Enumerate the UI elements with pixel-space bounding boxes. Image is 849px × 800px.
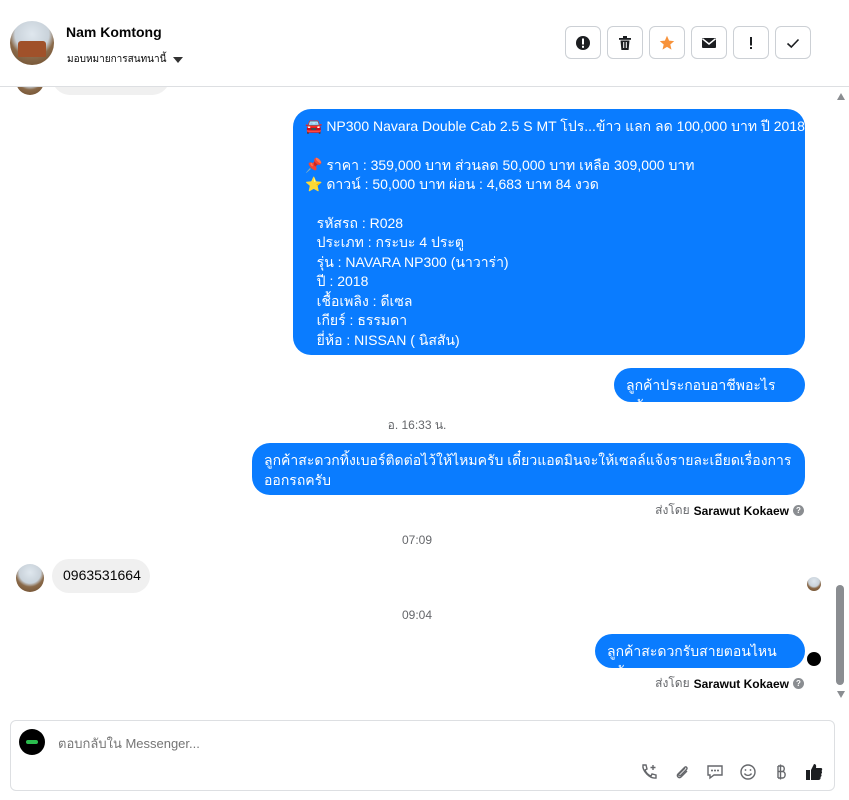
listing-code: รหัสรถ : R028 (305, 214, 404, 231)
ask-phone-line-1: ลูกค้าสะดวกทิ้งเบอร์ติดต่อไว้ให้ไหมครับ … (264, 452, 792, 468)
page-avatar-icon (807, 652, 821, 666)
help-icon[interactable]: ? (793, 505, 804, 516)
baht-icon[interactable] (771, 762, 791, 782)
chat-bubble-icon[interactable] (705, 762, 725, 782)
listing-message-bubble[interactable]: 🚘 NP300 Navara Double Cab 2.5 S MT โปร..… (293, 109, 805, 355)
listing-price: 📌 ราคา : 359,000 บาท ส่วนลด 50,000 บาท เ… (305, 156, 695, 173)
ask-job-message-bubble[interactable]: ลูกค้าประกอบอาชีพอะไรครับ (614, 368, 805, 413)
star-button[interactable] (649, 26, 685, 59)
follow-up-button[interactable] (733, 26, 769, 59)
mark-unread-button[interactable] (691, 26, 727, 59)
contact-avatar-small (16, 87, 44, 95)
timestamp: อ. 16:33 น. (387, 418, 447, 432)
caret-down-icon (173, 56, 184, 63)
listing-fuel: เชื้อเพลิง : ดีเซล (305, 292, 413, 309)
listing-title: 🚘 NP300 Navara Double Cab 2.5 S MT โปร..… (305, 118, 805, 134)
ask-job-text: ลูกค้าประกอบอาชีพอะไรครับ (626, 377, 776, 413)
conversation-header: Nam Komtong มอบหมายการสนทนานี้ (0, 0, 849, 87)
done-button[interactable] (775, 26, 811, 59)
alert-circle-icon (576, 35, 590, 50)
exclamation-icon (750, 36, 752, 49)
thumbs-up-icon[interactable] (804, 762, 824, 782)
scroll-down-arrow-icon[interactable] (837, 691, 845, 698)
sent-by-prefix: ส่งโดย (655, 676, 690, 690)
seen-avatar-icon (807, 577, 821, 591)
listing-type: ประเภท : กระบะ 4 ประตู (305, 234, 465, 250)
customer-reply-bubble[interactable]: 0963531664 (52, 559, 150, 593)
thread-scrollbar[interactable] (834, 87, 849, 707)
phone-plus-icon[interactable] (639, 762, 659, 782)
check-icon (786, 38, 800, 48)
previous-message-bubble[interactable] (52, 87, 170, 95)
spam-button[interactable] (565, 26, 601, 59)
scroll-up-arrow-icon[interactable] (837, 93, 845, 100)
delete-button[interactable] (607, 26, 643, 59)
sender-name: Sarawut Kokaew (693, 676, 789, 691)
envelope-icon (702, 37, 716, 48)
listing-down: ⭐ ดาวน์ : 50,000 บาท ผ่อน : 4,683 บาท 84… (305, 176, 599, 192)
scrollbar-thumb[interactable] (836, 585, 844, 685)
help-icon[interactable]: ? (793, 678, 804, 689)
contact-avatar[interactable] (10, 21, 54, 65)
message-thread[interactable]: 🚘 NP300 Navara Double Cab 2.5 S MT โปร..… (0, 87, 834, 707)
trash-icon (619, 35, 631, 50)
reply-input[interactable] (56, 735, 560, 752)
emoji-icon[interactable] (738, 762, 758, 782)
contact-name[interactable]: Nam Komtong (66, 24, 162, 40)
ask-phone-line-2: ออกรถครับ (264, 471, 332, 488)
sender-name: Sarawut Kokaew (693, 503, 789, 518)
contact-avatar-small (16, 564, 44, 592)
customer-reply-text: 0963531664 (63, 567, 141, 583)
assign-conversation-dropdown[interactable]: มอบหมายการสนทนานี้ (67, 52, 184, 67)
timestamp: 09:04 (401, 608, 433, 622)
paperclip-icon[interactable] (672, 762, 692, 782)
listing-model: รุ่น : NAVARA NP300 (นาวาร่า) (305, 253, 509, 270)
timestamp: 07:09 (401, 533, 433, 547)
ask-time-message-bubble[interactable]: ลูกค้าสะดวกรับสายตอนไหนครับ (595, 634, 805, 679)
reply-composer (10, 720, 835, 791)
assign-label: มอบหมายการสนทนานี้ (67, 54, 167, 65)
listing-year: ปี : 2018 (305, 273, 369, 289)
ask-phone-message-bubble[interactable]: ลูกค้าสะดวกทิ้งเบอร์ติดต่อไว้ให้ไหมครับ … (252, 443, 805, 495)
sent-by-label: ส่งโดย Sarawut Kokaew ? (655, 501, 804, 520)
composer-actions (639, 762, 824, 782)
page-avatar (19, 729, 45, 755)
conversation-toolbar (565, 26, 811, 59)
sent-by-prefix: ส่งโดย (655, 503, 690, 517)
sent-by-label: ส่งโดย Sarawut Kokaew ? (655, 674, 804, 693)
star-icon (659, 35, 675, 50)
listing-gear: เกียร์ : ธรรมดา (305, 312, 408, 328)
listing-brand: ยี่ห้อ : NISSAN ( นิสสัน) (305, 331, 460, 348)
